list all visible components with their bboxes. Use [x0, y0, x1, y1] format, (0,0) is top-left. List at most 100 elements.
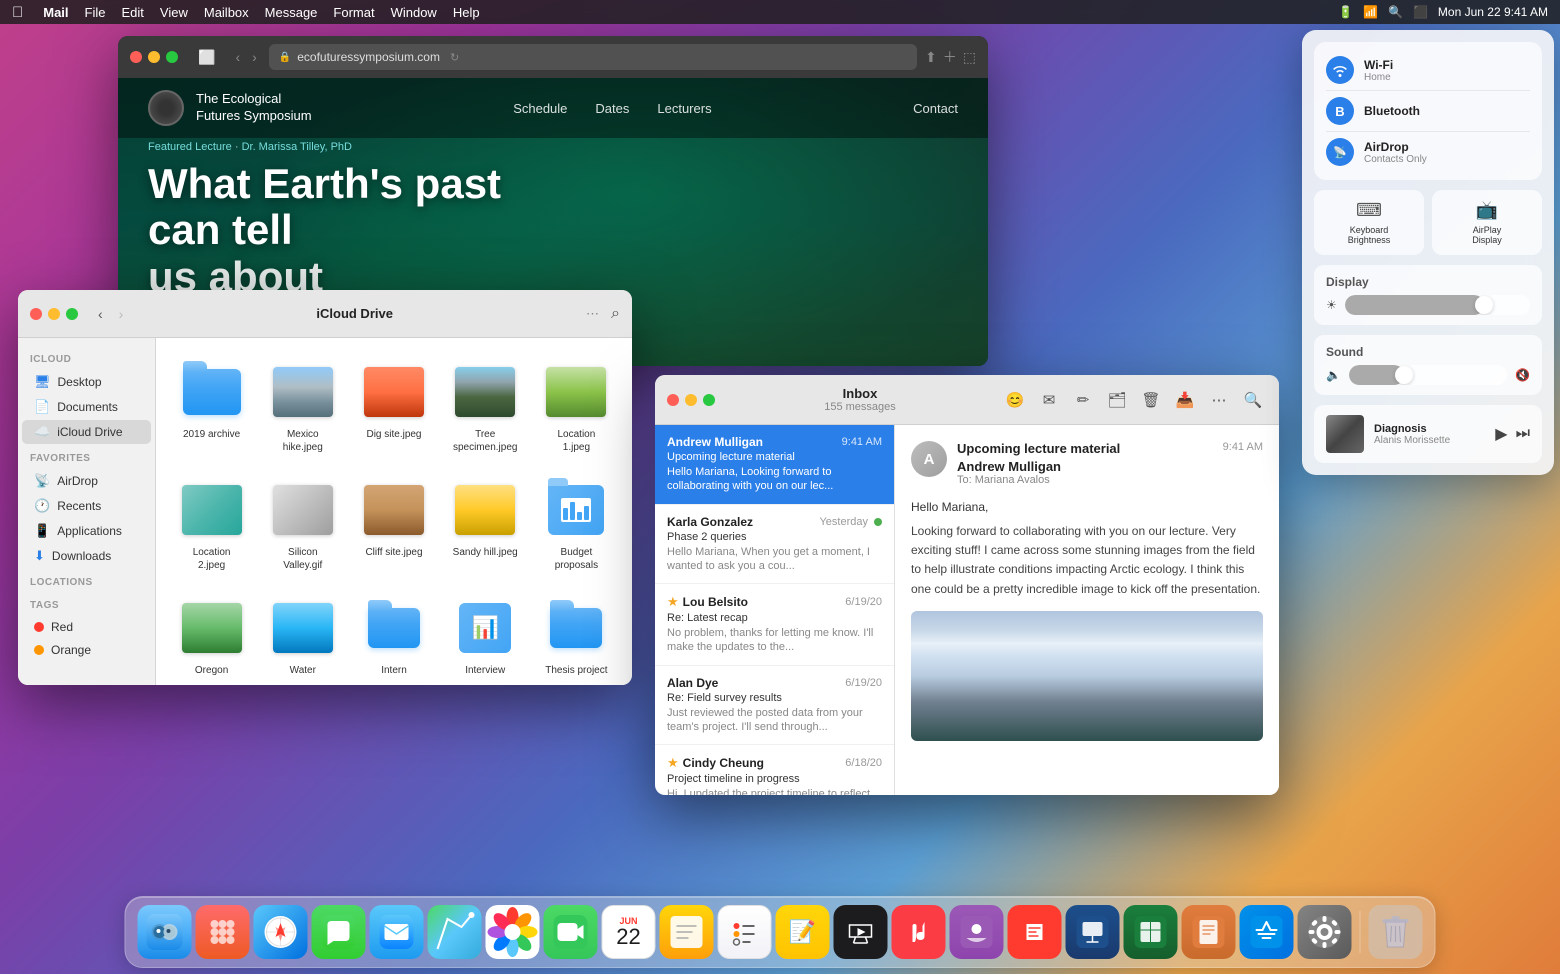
finder-item-interview[interactable]: 📊 Interview [446, 590, 525, 683]
airplay-display-tile[interactable]: 📺 AirPlayDisplay [1432, 190, 1542, 255]
control-center-icon[interactable]: ⬛ [1413, 5, 1428, 19]
airdrop-tile[interactable]: 📡 AirDrop Contacts Only [1326, 132, 1530, 172]
mail-edit-button[interactable]: ✏ [1069, 386, 1097, 414]
maximize-button[interactable] [166, 51, 178, 63]
finder-item-location2[interactable]: Location 2.jpeg [172, 472, 251, 578]
finder-forward-button[interactable]: › [115, 304, 128, 324]
sidebar-item-icloud-drive[interactable]: ☁️ iCloud Drive [22, 420, 151, 444]
menu-file[interactable]: File [85, 5, 106, 20]
app-menu-mail[interactable]: Mail [43, 5, 68, 20]
finder-item-budget-proposals[interactable]: Budget proposals [537, 472, 616, 578]
finder-item-oregon[interactable]: Oregon [172, 590, 251, 683]
dock-keynote[interactable] [1066, 905, 1120, 959]
finder-minimize-button[interactable] [48, 308, 60, 320]
menu-message[interactable]: Message [265, 5, 318, 20]
dock-finder[interactable] [138, 905, 192, 959]
dock-facetime[interactable] [544, 905, 598, 959]
menu-window[interactable]: Window [391, 5, 437, 20]
play-button[interactable]: ▶ [1495, 424, 1507, 444]
view-toggle-icon[interactable]: ⋯ [582, 304, 603, 324]
finder-close-button[interactable] [30, 308, 42, 320]
sidebar-item-documents[interactable]: 📄 Documents [22, 395, 151, 419]
dock-app-store[interactable] [1240, 905, 1294, 959]
menu-format[interactable]: Format [333, 5, 374, 20]
finder-item-thesis[interactable]: Thesis project [537, 590, 616, 683]
dock-podcasts[interactable] [950, 905, 1004, 959]
dock-calendar[interactable]: JUN 22 [602, 905, 656, 959]
sidebar-item-downloads[interactable]: ⬇ Downloads [22, 544, 151, 568]
finder-back-button[interactable]: ‹ [94, 304, 107, 324]
dock-music[interactable] [892, 905, 946, 959]
keyboard-brightness-tile[interactable]: ⌨ KeyboardBrightness [1314, 190, 1424, 255]
menu-mailbox[interactable]: Mailbox [204, 5, 249, 20]
mail-minimize-button[interactable] [685, 394, 697, 406]
wifi-indicator[interactable]: 📶 [1363, 5, 1378, 19]
mail-maximize-button[interactable] [703, 394, 715, 406]
menu-edit[interactable]: Edit [122, 5, 144, 20]
finder-item-intern[interactable]: Intern [354, 590, 433, 683]
nav-dates[interactable]: Dates [595, 101, 629, 116]
close-button[interactable] [130, 51, 142, 63]
nav-lecturers[interactable]: Lecturers [657, 101, 711, 116]
mail-item-2[interactable]: ★ Lou Belsito 6/19/20 Re: Latest recap N… [655, 584, 894, 666]
mail-move-folder-button[interactable]: 🗂 [1103, 386, 1131, 414]
sidebar-tag-red[interactable]: Red [22, 616, 151, 638]
next-button[interactable]: ⏭ [1516, 425, 1530, 443]
bluetooth-tile[interactable]: B Bluetooth [1326, 91, 1530, 132]
finder-item-mexico-hike[interactable]: Mexico hike.jpeg [263, 354, 342, 460]
sidebar-item-applications[interactable]: 📱 Applications [22, 519, 151, 543]
finder-item-dig-site[interactable]: Dig site.jpeg [354, 354, 433, 460]
brightness-slider[interactable] [1345, 295, 1530, 315]
menu-help[interactable]: Help [453, 5, 480, 20]
mail-more-button[interactable]: ⋯ [1205, 386, 1233, 414]
sidebar-icon[interactable]: ⬚ [963, 49, 976, 66]
mail-search-button[interactable]: 🔍 [1239, 386, 1267, 414]
wifi-tile[interactable]: Wi-Fi Home [1326, 50, 1530, 91]
finder-maximize-button[interactable] [66, 308, 78, 320]
mute-toggle-icon[interactable]: 🔇 [1515, 368, 1530, 382]
mail-compose-emoji-button[interactable]: 😊 [1001, 386, 1029, 414]
mail-close-button[interactable] [667, 394, 679, 406]
nav-contact[interactable]: Contact [913, 101, 958, 116]
finder-item-tree-specimen[interactable]: Tree specimen.jpeg [446, 354, 525, 460]
nav-schedule[interactable]: Schedule [513, 101, 567, 116]
dock-numbers[interactable] [1124, 905, 1178, 959]
finder-item-water[interactable]: Water [263, 590, 342, 683]
dock-pages[interactable] [1182, 905, 1236, 959]
finder-item-2019-archive[interactable]: 2019 archive [172, 354, 251, 460]
finder-item-cliff-site[interactable]: Cliff site.jpeg [354, 472, 433, 578]
mail-item-0[interactable]: Andrew Mulligan 9:41 AM Upcoming lecture… [655, 425, 894, 505]
volume-slider[interactable] [1349, 365, 1507, 385]
dock-notes[interactable] [660, 905, 714, 959]
mail-archive-button[interactable]: 📥 [1171, 386, 1199, 414]
mail-item-4[interactable]: ★ Cindy Cheung 6/18/20 Project timeline … [655, 745, 894, 795]
dock-apple-tv[interactable] [834, 905, 888, 959]
share-icon[interactable]: ⬆ [925, 49, 937, 66]
dock-messages[interactable] [312, 905, 366, 959]
finder-item-silicon-valley[interactable]: Silicon Valley.gif [263, 472, 342, 578]
mail-item-3[interactable]: Alan Dye 6/19/20 Re: Field survey result… [655, 666, 894, 746]
menu-view[interactable]: View [160, 5, 188, 20]
spotlight-icon[interactable]: 🔍 [1388, 5, 1403, 19]
dock-maps[interactable] [428, 905, 482, 959]
dock-mail[interactable] [370, 905, 424, 959]
sidebar-tag-orange[interactable]: Orange [22, 639, 151, 661]
add-tab-icon[interactable]: ＋ [943, 47, 957, 67]
now-playing-tile[interactable]: Diagnosis Alanis Morissette ▶ ⏭ [1314, 405, 1542, 463]
dock-system-preferences[interactable] [1298, 905, 1352, 959]
dock-news[interactable] [1008, 905, 1062, 959]
finder-search-button[interactable]: ⌕ [611, 305, 620, 323]
dock-safari[interactable] [254, 905, 308, 959]
url-bar[interactable]: 🔒 ecofuturessymposium.com ↻ [269, 44, 917, 70]
dock-stickies[interactable]: 📝 [776, 905, 830, 959]
apple-menu[interactable]:  [12, 4, 23, 21]
dock-trash[interactable] [1369, 905, 1423, 959]
sidebar-toggle-icon[interactable]: ⬜ [194, 47, 219, 68]
dock-photos[interactable] [486, 905, 540, 959]
minimize-button[interactable] [148, 51, 160, 63]
sidebar-item-recents[interactable]: 🕐 Recents [22, 494, 151, 518]
finder-item-location1[interactable]: Location 1.jpeg [537, 354, 616, 460]
finder-item-sandy-hill[interactable]: Sandy hill.jpeg [446, 472, 525, 578]
back-button[interactable]: ‹ [231, 47, 244, 67]
forward-button[interactable]: › [248, 47, 261, 67]
